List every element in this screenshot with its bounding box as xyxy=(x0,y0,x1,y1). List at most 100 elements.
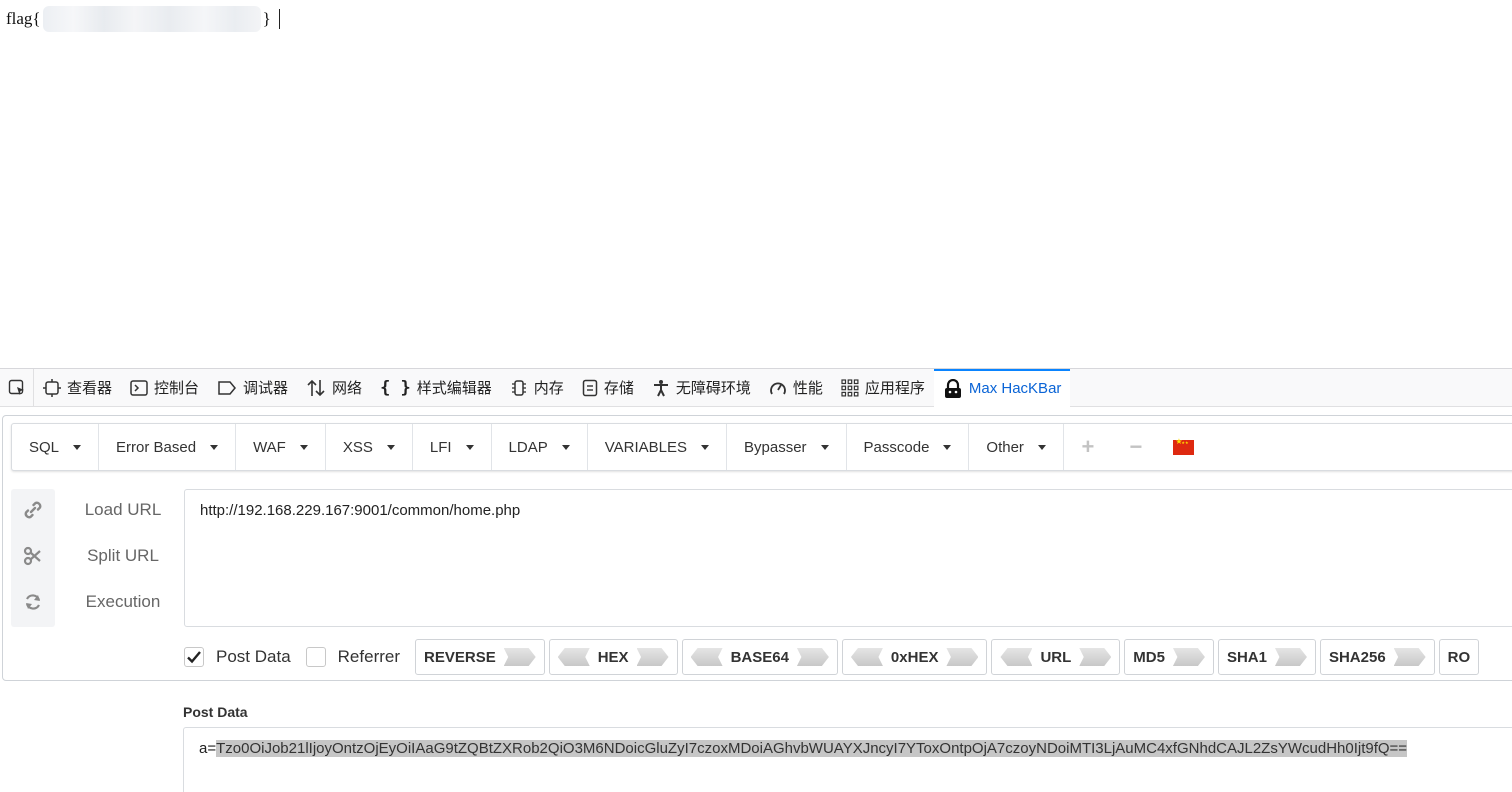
tab-console[interactable]: 控制台 xyxy=(121,369,208,407)
tab-style-editor[interactable]: { } 样式编辑器 xyxy=(371,369,501,407)
reverse-button[interactable]: REVERSE xyxy=(415,639,545,675)
md5-button[interactable]: MD5 xyxy=(1124,639,1214,675)
0xhex-button[interactable]: 0xHEX xyxy=(841,639,988,675)
arrow-left-icon xyxy=(850,648,883,666)
debugger-icon xyxy=(218,380,237,395)
tab-console-label: 控制台 xyxy=(154,380,200,397)
tab-memory[interactable]: 内存 xyxy=(501,369,573,407)
reverse-label: REVERSE xyxy=(424,648,496,666)
sha1-button[interactable]: SHA1 xyxy=(1217,639,1316,675)
tab-application[interactable]: 应用程序 xyxy=(832,369,934,407)
menu-passcode[interactable]: Passcode xyxy=(847,424,970,470)
options-row: Post Data Referrer REVERSE HEX BASE64 0x… xyxy=(184,639,1483,675)
element-picker-button[interactable] xyxy=(0,368,34,407)
tab-style-editor-label: 样式编辑器 xyxy=(416,380,492,397)
arrow-left-icon xyxy=(1000,648,1033,666)
element-picker-icon xyxy=(8,379,24,395)
menu-ldap[interactable]: LDAP xyxy=(492,424,588,470)
tab-accessibility[interactable]: 无障碍环境 xyxy=(643,369,760,407)
menu-error-based[interactable]: Error Based xyxy=(99,424,237,470)
devtools-tab-bar: 查看器 控制台 调试器 网络 { } 样式编辑器 内存 存储 无障碍环境 性能 … xyxy=(0,368,1512,407)
dropdown-arrow-icon xyxy=(1037,444,1046,450)
dropdown-arrow-icon xyxy=(210,444,219,450)
tab-debugger[interactable]: 调试器 xyxy=(208,369,297,407)
url-encode-label: URL xyxy=(1040,648,1072,666)
tab-inspector[interactable]: 查看器 xyxy=(34,369,121,407)
load-url-button[interactable]: Load URL xyxy=(73,500,173,520)
menu-sql[interactable]: SQL xyxy=(12,424,100,470)
post-data-option-label: Post Data xyxy=(216,647,291,666)
referrer-checkbox[interactable] xyxy=(305,647,326,667)
url-encode-button[interactable]: URL xyxy=(991,639,1121,675)
performance-icon xyxy=(769,382,786,394)
base64-label: BASE64 xyxy=(730,648,789,666)
0xhex-label: 0xHEX xyxy=(890,648,939,666)
base64-button[interactable]: BASE64 xyxy=(681,639,838,675)
accessibility-icon xyxy=(653,379,668,396)
tab-accessibility-label: 无障碍环境 xyxy=(675,380,751,397)
dropdown-arrow-icon xyxy=(561,444,570,450)
add-button[interactable]: + xyxy=(1064,424,1112,470)
split-url-button[interactable]: Split URL xyxy=(73,546,173,566)
sha256-label: SHA256 xyxy=(1328,648,1386,666)
china-flag-icon xyxy=(1173,438,1195,455)
menu-waf[interactable]: WAF xyxy=(236,424,326,470)
menu-xss-label: XSS xyxy=(342,438,373,456)
action-icon-strip xyxy=(11,489,55,627)
rot13-button[interactable]: RO xyxy=(1438,639,1480,675)
flag-text: flag{ } xyxy=(6,6,280,32)
hex-button[interactable]: HEX xyxy=(548,639,678,675)
arrow-right-icon xyxy=(946,648,979,666)
post-data-option[interactable]: Post Data xyxy=(184,647,291,667)
menu-sql-label: SQL xyxy=(29,438,60,456)
dropdown-arrow-icon xyxy=(299,444,308,450)
menu-lfi-label: LFI xyxy=(429,438,452,456)
flag-suffix: } xyxy=(262,9,271,28)
menu-variables[interactable]: VARIABLES xyxy=(588,424,727,470)
post-data-textarea[interactable]: a=Tzo0OiJob21lIjoyOntzOjEyOiIAaG9tZQBtZX… xyxy=(183,727,1512,792)
arrow-left-icon xyxy=(690,648,723,666)
devtools-panel: 查看器 控制台 调试器 网络 { } 样式编辑器 内存 存储 无障碍环境 性能 … xyxy=(0,368,1512,792)
rot13-label: RO xyxy=(1447,648,1471,666)
refresh-icon[interactable] xyxy=(22,591,44,613)
memory-icon xyxy=(511,379,526,396)
menu-xss[interactable]: XSS xyxy=(326,424,413,470)
tab-storage-label: 存储 xyxy=(603,380,634,397)
sha1-label: SHA1 xyxy=(1226,648,1267,666)
menu-other[interactable]: Other xyxy=(969,424,1064,470)
language-button[interactable] xyxy=(1160,424,1208,470)
menu-bypasser-label: Bypasser xyxy=(744,438,807,456)
style-editor-icon: { } xyxy=(380,377,411,398)
tab-network[interactable]: 网络 xyxy=(297,369,371,407)
referrer-option[interactable]: Referrer xyxy=(305,647,400,667)
link-icon[interactable] xyxy=(22,499,44,521)
dropdown-arrow-icon xyxy=(701,444,709,450)
menu-passcode-label: Passcode xyxy=(863,438,930,456)
dropdown-arrow-icon xyxy=(386,444,395,450)
dropdown-arrow-icon xyxy=(73,444,82,450)
hackbar-lock-icon xyxy=(944,378,961,398)
scissors-icon[interactable] xyxy=(22,545,44,567)
url-textarea[interactable]: http://192.168.229.167:9001/common/home.… xyxy=(184,489,1512,627)
tab-storage[interactable]: 存储 xyxy=(573,369,643,407)
menu-bypasser[interactable]: Bypasser xyxy=(727,424,847,470)
network-icon xyxy=(307,379,325,396)
tab-performance[interactable]: 性能 xyxy=(760,369,832,407)
arrow-right-icon xyxy=(503,648,536,666)
arrow-right-icon xyxy=(1079,648,1112,666)
hackbar-menu-bar: SQL Error Based WAF XSS LFI LDAP VARIABL… xyxy=(11,423,1512,471)
page-content: flag{ } xyxy=(0,0,1512,368)
post-data-checkbox[interactable] xyxy=(184,647,204,667)
dropdown-arrow-icon xyxy=(820,444,829,450)
tab-network-label: 网络 xyxy=(332,380,363,397)
tab-max-hackbar[interactable]: Max HacKBar xyxy=(933,368,1071,407)
sha256-button[interactable]: SHA256 xyxy=(1319,639,1435,675)
console-icon xyxy=(130,379,148,396)
menu-lfi[interactable]: LFI xyxy=(413,424,492,470)
minus-icon: − xyxy=(1129,434,1143,459)
menu-waf-label: WAF xyxy=(253,438,286,456)
execution-button[interactable]: Execution xyxy=(73,592,173,612)
remove-button[interactable]: − xyxy=(1112,424,1160,470)
hackbar-panel: SQL Error Based WAF XSS LFI LDAP VARIABL… xyxy=(2,415,1512,681)
tab-application-label: 应用程序 xyxy=(864,380,925,397)
